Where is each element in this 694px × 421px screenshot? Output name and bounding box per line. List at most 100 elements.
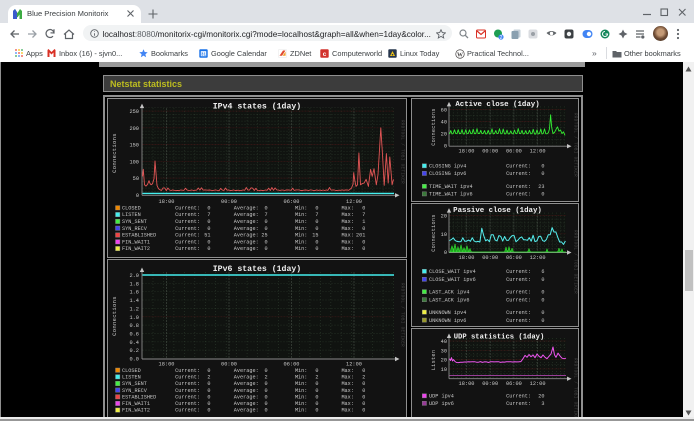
svg-text:Current:: Current: — [175, 212, 200, 218]
svg-text:1.8: 1.8 — [129, 281, 139, 287]
svg-text:SYN_RECV: SYN_RECV — [122, 388, 148, 394]
svg-text:0: 0 — [315, 226, 318, 232]
svg-text:Average:: Average: — [234, 388, 259, 394]
svg-text:0: 0 — [541, 164, 544, 170]
svg-text:1.6: 1.6 — [129, 290, 139, 296]
svg-text:UDP ipv6: UDP ipv6 — [429, 401, 454, 407]
svg-text:7: 7 — [315, 212, 318, 218]
svg-text:Min:: Min: — [295, 219, 307, 225]
svg-text:Min:: Min: — [295, 394, 307, 400]
svg-text:Max:: Max: — [341, 219, 353, 225]
svg-text:00:00: 00:00 — [482, 149, 498, 155]
svg-text:0: 0 — [315, 246, 318, 252]
svg-text:Average:: Average: — [234, 226, 259, 232]
svg-text:12:00: 12:00 — [530, 255, 546, 261]
svg-text:SYN_SENT: SYN_SENT — [122, 381, 147, 387]
svg-text:Min:: Min: — [295, 401, 307, 407]
svg-text:Current:: Current: — [506, 394, 531, 400]
svg-text:0: 0 — [207, 388, 210, 394]
svg-text:18:00: 18:00 — [459, 381, 475, 387]
svg-text:Average:: Average: — [234, 408, 259, 414]
svg-text:2.0: 2.0 — [129, 273, 139, 279]
svg-text:12:00: 12:00 — [346, 199, 362, 205]
svg-text:30: 30 — [441, 348, 447, 354]
svg-text:6: 6 — [541, 269, 544, 275]
svg-text:0: 0 — [444, 250, 447, 256]
svg-text:CLOSED: CLOSED — [122, 205, 141, 211]
svg-text:0: 0 — [264, 368, 267, 374]
svg-text:Average:: Average: — [234, 401, 259, 407]
svg-text:0: 0 — [362, 239, 365, 245]
svg-text:LAST_ACK ipv4: LAST_ACK ipv4 — [429, 289, 469, 295]
svg-text:50: 50 — [133, 176, 139, 182]
svg-text:Min:: Min: — [295, 226, 307, 232]
svg-text:0: 0 — [362, 205, 365, 211]
svg-text:06:00: 06:00 — [506, 149, 522, 155]
svg-text:Average:: Average: — [234, 374, 259, 380]
svg-text:CLOSE_WAIT ipv6: CLOSE_WAIT ipv6 — [429, 277, 476, 283]
svg-text:Current:: Current: — [506, 164, 531, 170]
svg-text:00:00: 00:00 — [221, 199, 237, 205]
svg-text:Current:: Current: — [175, 246, 200, 252]
svg-text:0: 0 — [136, 193, 139, 199]
svg-text:0: 0 — [207, 239, 210, 245]
svg-text:FIN_WAIT2: FIN_WAIT2 — [122, 408, 150, 414]
svg-text:CLOSING ipv4: CLOSING ipv4 — [429, 164, 466, 170]
svg-text:Min:: Min: — [295, 374, 307, 380]
svg-text:0: 0 — [207, 381, 210, 387]
svg-text:0: 0 — [541, 297, 544, 303]
svg-text:Current:: Current: — [175, 233, 200, 239]
svg-text:20: 20 — [441, 132, 447, 138]
svg-text:06:00: 06:00 — [284, 361, 300, 367]
svg-text:RRDTOOL / TOBI OETIKER: RRDTOOL / TOBI OETIKER — [573, 358, 578, 421]
svg-text:0: 0 — [315, 394, 318, 400]
svg-text:FIN_WAIT1: FIN_WAIT1 — [122, 401, 150, 407]
svg-text:Current:: Current: — [175, 226, 200, 232]
svg-text:Average:: Average: — [234, 212, 259, 218]
svg-text:Min:: Min: — [295, 368, 307, 374]
svg-text:IPv4 states (1day): IPv4 states (1day) — [213, 102, 301, 112]
svg-text:Current:: Current: — [506, 171, 531, 177]
svg-text:Average:: Average: — [234, 246, 259, 252]
svg-text:250: 250 — [129, 109, 139, 115]
svg-text:06:00: 06:00 — [506, 381, 522, 387]
svg-text:0: 0 — [315, 408, 318, 414]
svg-text:10: 10 — [441, 367, 447, 373]
svg-text:Max:: Max: — [341, 212, 353, 218]
svg-text:Listen: Listen — [431, 350, 437, 370]
svg-text:Max:: Max: — [341, 226, 353, 232]
svg-text:0: 0 — [264, 205, 267, 211]
svg-text:18:00: 18:00 — [459, 149, 475, 155]
svg-text:0: 0 — [315, 368, 318, 374]
svg-text:Current:: Current: — [506, 310, 531, 316]
svg-text:Min:: Min: — [295, 233, 307, 239]
svg-text:20: 20 — [538, 394, 544, 400]
svg-text:0: 0 — [315, 381, 318, 387]
svg-text:LISTEN: LISTEN — [122, 374, 141, 380]
svg-text:Min:: Min: — [295, 205, 307, 211]
svg-text:51: 51 — [204, 233, 210, 239]
svg-text:0: 0 — [315, 239, 318, 245]
svg-text:ESTABLISHED: ESTABLISHED — [122, 233, 156, 239]
svg-text:Average:: Average: — [234, 368, 259, 374]
svg-text:12:00: 12:00 — [346, 361, 362, 367]
svg-text:0.6: 0.6 — [129, 331, 139, 337]
svg-text:0: 0 — [207, 219, 210, 225]
svg-text:20: 20 — [441, 358, 447, 364]
svg-text:0: 0 — [362, 246, 365, 252]
svg-text:Average:: Average: — [234, 239, 259, 245]
svg-text:Current:: Current: — [506, 184, 531, 190]
svg-text:LAST_ACK ipv6: LAST_ACK ipv6 — [429, 297, 469, 303]
svg-text:Max:: Max: — [341, 374, 353, 380]
svg-text:Current:: Current: — [506, 289, 531, 295]
svg-text:0.0: 0.0 — [129, 357, 139, 363]
svg-text:0: 0 — [541, 171, 544, 177]
svg-text:UDP ipv4: UDP ipv4 — [429, 394, 454, 400]
svg-text:Current:: Current: — [506, 192, 531, 198]
svg-text:00:00: 00:00 — [221, 361, 237, 367]
svg-text:Average:: Average: — [234, 394, 259, 400]
svg-text:Current:: Current: — [506, 401, 531, 407]
svg-text:LISTEN: LISTEN — [122, 212, 141, 218]
svg-text:Min:: Min: — [295, 239, 307, 245]
svg-text:Current:: Current: — [175, 381, 200, 387]
